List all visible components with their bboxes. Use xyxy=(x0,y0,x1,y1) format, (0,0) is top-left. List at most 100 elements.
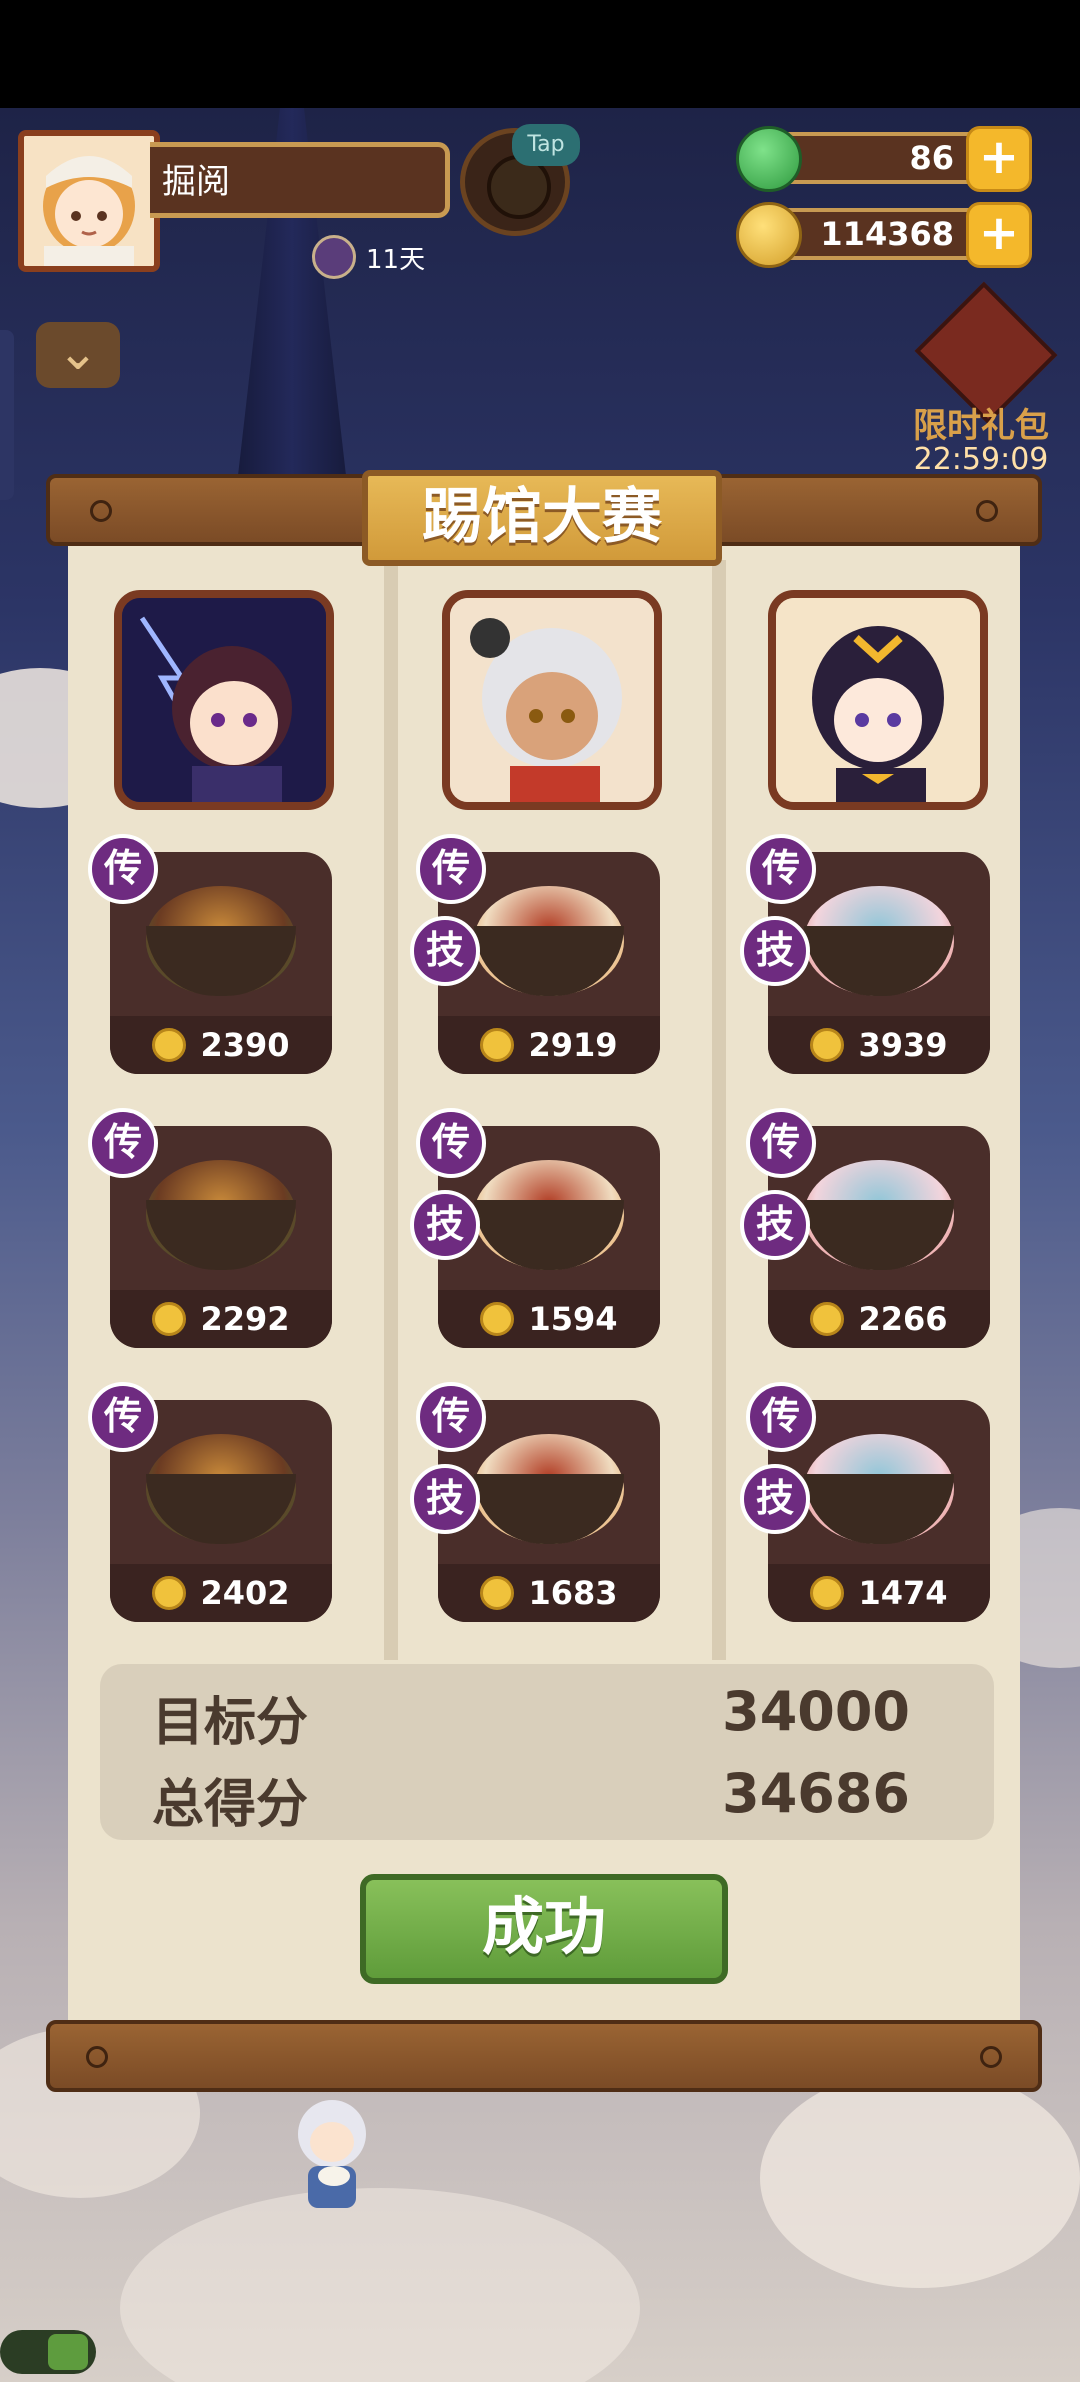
pet-icon xyxy=(312,235,356,279)
skill-tag: 技 xyxy=(410,1190,480,1260)
legend-tag: 传 xyxy=(746,1382,816,1452)
player-name: 掘阅 xyxy=(150,142,450,218)
coin-icon xyxy=(152,1028,187,1062)
expand-chevron-button[interactable]: ⌄ xyxy=(36,322,120,388)
dish-score-value: 2292 xyxy=(200,1300,290,1338)
add-jade-button[interactable]: + xyxy=(966,126,1032,192)
chef-bow-icon xyxy=(776,598,980,802)
dish-icon xyxy=(474,886,624,996)
dish-icon xyxy=(146,1160,296,1270)
coin-icon xyxy=(810,1028,845,1062)
success-button[interactable]: 成功 xyxy=(360,1874,728,1984)
dish-score: 2919 xyxy=(438,1016,660,1074)
dish-score: 2390 xyxy=(110,1016,332,1074)
player-avatar[interactable] xyxy=(18,130,160,272)
skill-tag: 技 xyxy=(740,1190,810,1260)
dish-icon xyxy=(474,1160,624,1270)
skill-tag: 技 xyxy=(740,1464,810,1534)
cloud xyxy=(120,2188,640,2382)
legend-tag: 传 xyxy=(416,1382,486,1452)
dish-icon xyxy=(146,886,296,996)
add-coins-button[interactable]: + xyxy=(966,202,1032,268)
dish-score-value: 3939 xyxy=(858,1026,948,1064)
legend-tag: 传 xyxy=(746,834,816,904)
dish-icon xyxy=(804,886,954,996)
column-divider xyxy=(384,560,398,1660)
dish-score-value: 1594 xyxy=(528,1300,618,1338)
gift-timer: 22:59:09 xyxy=(913,442,1049,477)
rod-nail xyxy=(90,500,112,522)
bowl-rim xyxy=(146,1474,296,1544)
rod-nail xyxy=(976,500,998,522)
dish-score: 1683 xyxy=(438,1564,660,1622)
scroll-rod-bottom xyxy=(46,2020,1042,2092)
target-score-label: 目标分 xyxy=(152,1693,309,1753)
bowl-rim xyxy=(474,1200,624,1270)
tap-badge: Tap xyxy=(512,124,580,166)
dish-score-value: 2402 xyxy=(200,1574,290,1612)
legend-tag: 传 xyxy=(88,1108,158,1178)
dish-score: 2292 xyxy=(110,1290,332,1348)
target-score-value: 34000 xyxy=(722,1680,910,1743)
jade-value: 86 xyxy=(909,139,954,177)
jade-icon xyxy=(736,126,802,192)
bowl-rim xyxy=(146,1200,296,1270)
legend-tag: 传 xyxy=(88,834,158,904)
dish-icon xyxy=(146,1434,296,1544)
dish-icon xyxy=(804,1160,954,1270)
coin-counter: 114368 + xyxy=(736,202,1032,268)
coin-icon xyxy=(810,1302,845,1336)
column-divider xyxy=(712,560,726,1660)
bowl-rim xyxy=(804,1200,954,1270)
coin-icon xyxy=(480,1302,515,1336)
dish-icon xyxy=(804,1434,954,1544)
chef-thunder-icon xyxy=(122,598,326,802)
side-pull-tab[interactable] xyxy=(0,330,14,500)
bowl-rim xyxy=(804,926,954,996)
coin-value: 114368 xyxy=(820,215,954,253)
rod-nail xyxy=(86,2046,108,2068)
coin-icon xyxy=(480,1576,515,1610)
dish-score: 1474 xyxy=(768,1564,990,1622)
total-score-value: 34686 xyxy=(722,1762,910,1825)
bowl-rim xyxy=(474,926,624,996)
chef-portrait-2[interactable] xyxy=(442,590,662,810)
legend-tag: 传 xyxy=(416,1108,486,1178)
bottom-toggle[interactable] xyxy=(0,2330,96,2374)
coin-icon xyxy=(152,1576,187,1610)
dish-score: 2402 xyxy=(110,1564,332,1622)
skill-tag: 技 xyxy=(410,916,480,986)
skill-tag: 技 xyxy=(740,916,810,986)
skill-tag: 技 xyxy=(410,1464,480,1534)
contest-title: 踢馆大赛 xyxy=(362,470,722,566)
days-label: 11天 xyxy=(366,244,426,275)
legend-tag: 传 xyxy=(746,1108,816,1178)
coin-icon xyxy=(736,202,802,268)
dish-score-value: 2266 xyxy=(858,1300,948,1338)
dish-score-value: 1683 xyxy=(528,1574,618,1612)
chef-portrait-3[interactable] xyxy=(768,590,988,810)
bowl-rim xyxy=(474,1474,624,1544)
legend-tag: 传 xyxy=(416,834,486,904)
rod-nail xyxy=(980,2046,1002,2068)
coin-icon xyxy=(152,1302,187,1336)
limited-gift-pack[interactable]: 限时礼包 22:59:09 xyxy=(906,281,1058,477)
total-score-label: 总得分 xyxy=(152,1775,309,1835)
chef-panda-icon xyxy=(450,598,654,802)
dish-score-value: 1474 xyxy=(858,1574,948,1612)
cloud xyxy=(760,2068,1080,2288)
chef-walking-icon xyxy=(298,2100,366,2208)
dish-score: 2266 xyxy=(768,1290,990,1348)
dish-score: 1594 xyxy=(438,1290,660,1348)
coin-icon xyxy=(480,1028,515,1062)
chef-portrait-1[interactable] xyxy=(114,590,334,810)
bowl-rim xyxy=(804,1474,954,1544)
bowl-rim xyxy=(146,926,296,996)
jade-counter: 86 + xyxy=(736,126,1032,192)
legend-tag: 传 xyxy=(88,1382,158,1452)
dish-score: 3939 xyxy=(768,1016,990,1074)
dish-score-value: 2919 xyxy=(528,1026,618,1064)
dish-icon xyxy=(474,1434,624,1544)
gift-label: 限时礼包 xyxy=(913,406,1049,446)
toggle-knob xyxy=(48,2334,88,2370)
